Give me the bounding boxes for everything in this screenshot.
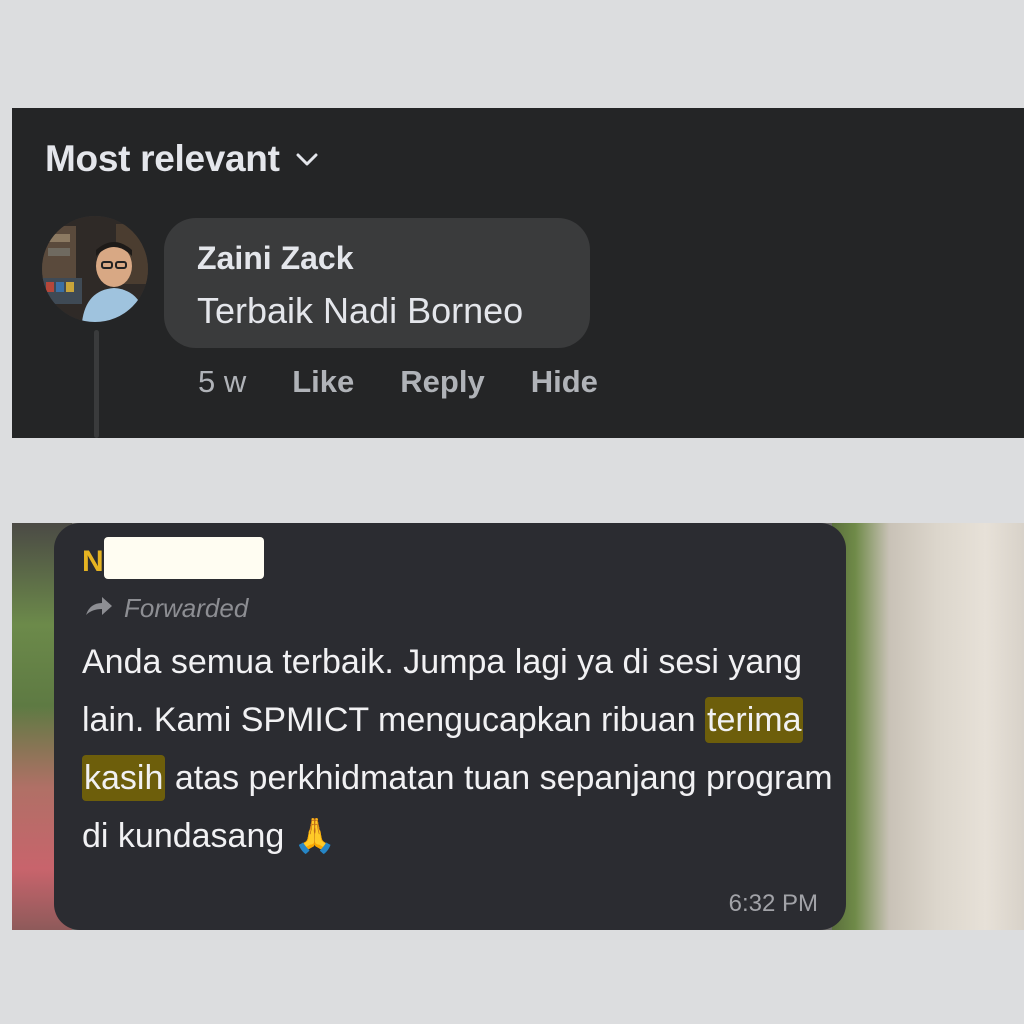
message-bubble[interactable]: N Forwarded Anda semua terbaik. Jumpa la… bbox=[54, 523, 846, 930]
chevron-down-icon bbox=[296, 153, 318, 172]
highlight-kasih: kasih bbox=[82, 755, 166, 801]
like-button[interactable]: Like bbox=[292, 364, 354, 400]
forwarded-header[interactable]: Forwarded bbox=[84, 593, 248, 624]
highlight-terima: terima bbox=[705, 697, 804, 743]
comment-time[interactable]: 5 w bbox=[198, 364, 246, 400]
hide-button[interactable]: Hide bbox=[531, 364, 598, 400]
redaction-mark bbox=[104, 537, 264, 579]
comments-panel: Most relevant Zaini Zack Terbaik Nadi Bo… bbox=[12, 108, 1024, 438]
message-text-part: Anda semua terbaik. Jumpa lagi ya di ses… bbox=[82, 643, 803, 739]
message-time: 6:32 PM bbox=[728, 890, 818, 917]
chat-wallpaper-right bbox=[832, 523, 1024, 930]
sort-label: Most relevant bbox=[45, 138, 280, 179]
sort-dropdown[interactable]: Most relevant bbox=[45, 138, 318, 180]
message-text-part: atas perkhidmatan tuan sepanjang program… bbox=[82, 759, 833, 855]
comment-author[interactable]: Zaini Zack bbox=[197, 240, 354, 277]
message-text: Anda semua terbaik. Jumpa lagi ya di ses… bbox=[82, 633, 842, 865]
avatar[interactable] bbox=[42, 216, 148, 322]
forwarded-label: Forwarded bbox=[124, 593, 249, 623]
comment-text: Terbaik Nadi Borneo bbox=[197, 290, 524, 331]
forward-arrow-icon bbox=[84, 593, 124, 624]
reply-button[interactable]: Reply bbox=[400, 364, 484, 400]
praying-hands-icon: 🙏 bbox=[293, 817, 337, 855]
thread-line bbox=[94, 330, 99, 438]
chat-panel: N Forwarded Anda semua terbaik. Jumpa la… bbox=[12, 523, 1024, 930]
comment-bubble: Zaini Zack Terbaik Nadi Borneo bbox=[164, 218, 590, 348]
comment-actions: 5 w Like Reply Hide bbox=[198, 364, 644, 400]
